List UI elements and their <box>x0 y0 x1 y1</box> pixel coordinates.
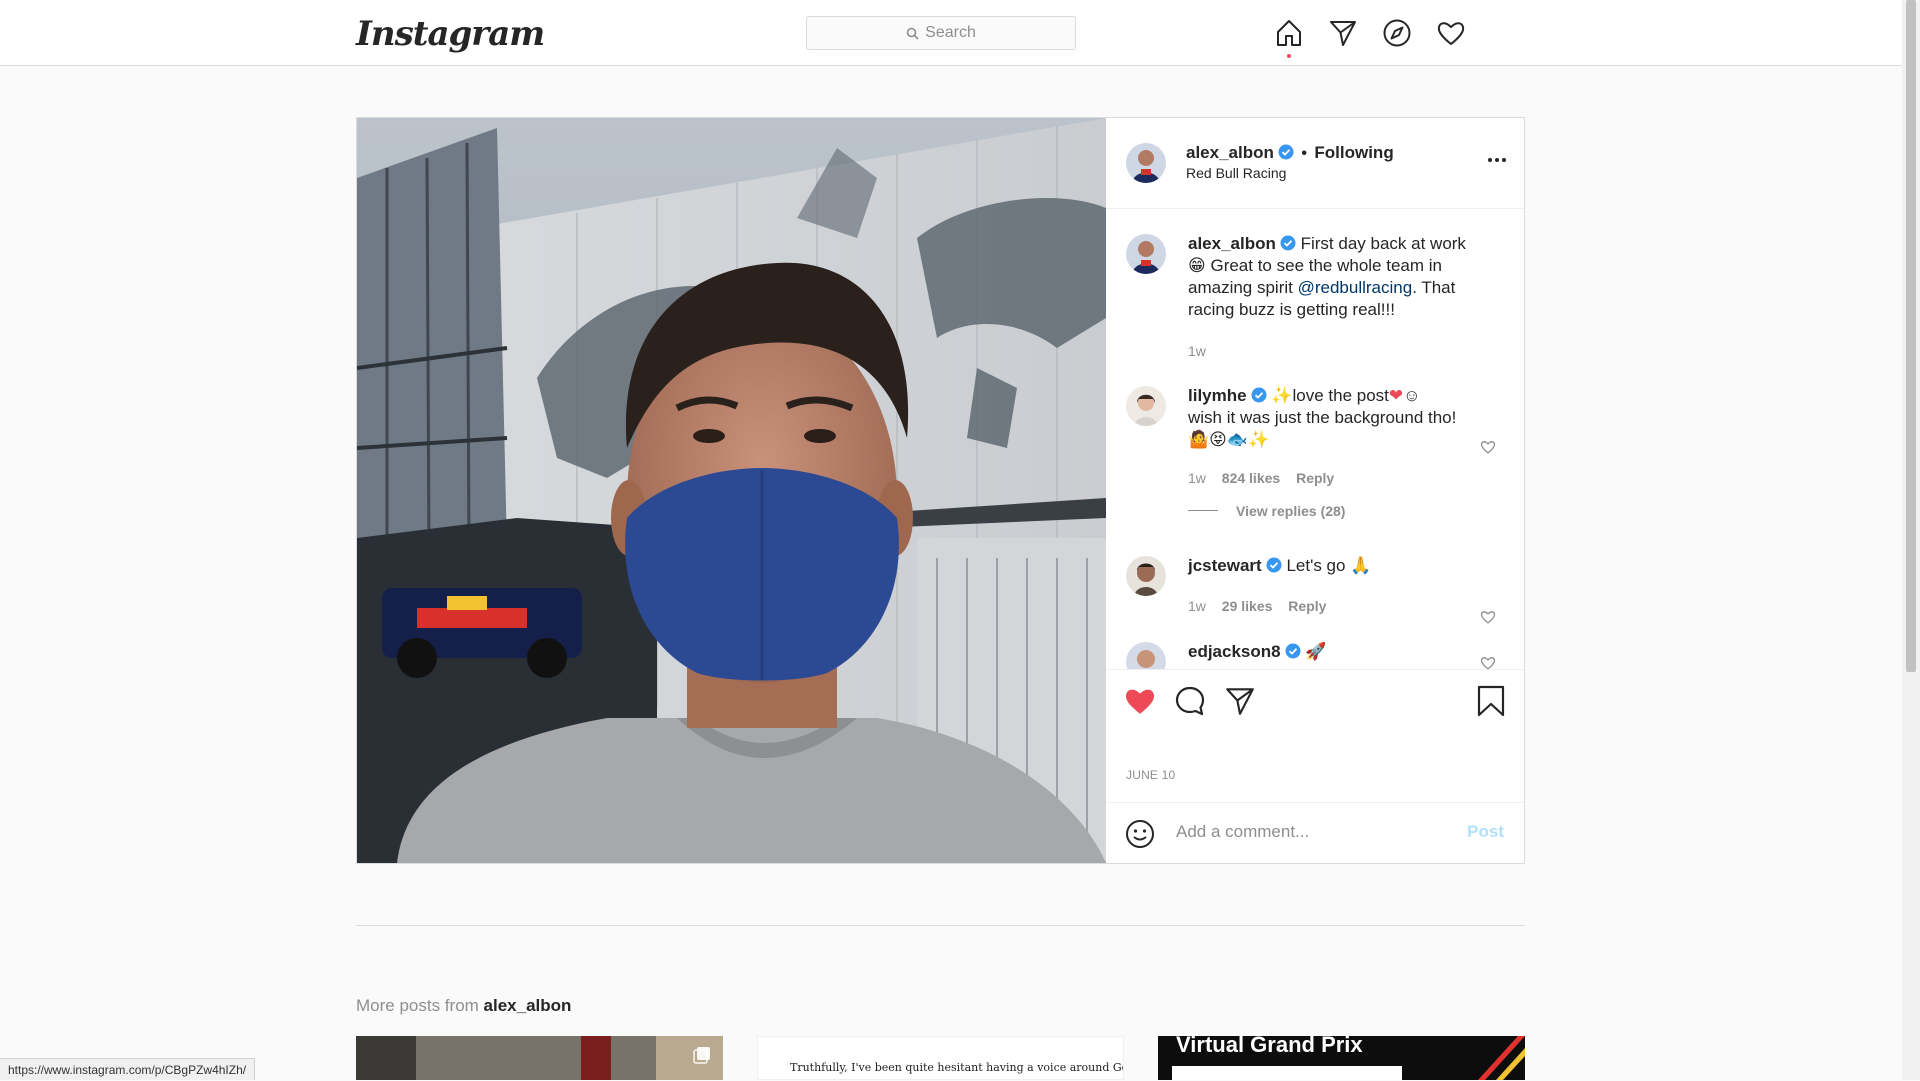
verified-badge-icon <box>1280 235 1296 251</box>
header-separator: • <box>1301 145 1307 162</box>
post-side-panel: alex_albon • Following Red Bull Racing a… <box>1106 118 1524 863</box>
avatar[interactable] <box>1126 386 1166 426</box>
search-icon <box>906 27 919 40</box>
comment-like-icon[interactable] <box>1480 655 1496 669</box>
vertical-scrollbar[interactable] <box>1902 0 1920 1080</box>
reply-button[interactable]: Reply <box>1288 598 1326 614</box>
avatar[interactable] <box>1126 143 1166 183</box>
view-replies-button[interactable]: View replies (28) <box>1236 503 1345 519</box>
save-bookmark-icon[interactable] <box>1476 684 1506 723</box>
comment-time[interactable]: 1w <box>1188 470 1206 486</box>
comments-list: alex_albon First day back at work 😁 Grea… <box>1106 209 1524 669</box>
verified-badge-icon <box>1251 387 1267 403</box>
home-active-dot <box>1287 54 1291 58</box>
caption-text: First day back at work <box>1300 234 1466 253</box>
more-posts-heading: More posts from alex_albon <box>356 996 571 1016</box>
explore-icon[interactable] <box>1382 18 1412 48</box>
reply-button[interactable]: Reply <box>1296 470 1334 486</box>
verified-badge-icon <box>1266 557 1282 573</box>
mention-link[interactable]: @redbullracing <box>1298 278 1413 297</box>
comment-meta: 1w 29 likes Reply <box>1188 598 1326 614</box>
comment-likes[interactable]: 824 likes <box>1222 470 1280 486</box>
replies-divider <box>1188 510 1218 511</box>
post-comment-button[interactable]: Post <box>1467 822 1504 842</box>
comment: lilymhe ✨love the post❤☺ wish it was jus… <box>1188 385 1458 451</box>
verified-badge-icon <box>1278 144 1294 160</box>
post-header: alex_albon • Following Red Bull Racing <box>1106 118 1524 209</box>
search-placeholder: Search <box>925 24 976 41</box>
rocket-emoji-icon: 🚀 <box>1305 642 1327 661</box>
emoji-group-icon: 🤷😝🐟✨ <box>1188 430 1270 449</box>
like-icon[interactable] <box>1124 685 1156 722</box>
verified-badge-icon <box>1285 643 1301 659</box>
comment-icon[interactable] <box>1174 685 1206 722</box>
comment-time[interactable]: 1w <box>1188 598 1206 614</box>
comment: jcstewart Let's go 🙏 <box>1188 555 1458 577</box>
avatar[interactable] <box>1126 556 1166 596</box>
following-button[interactable]: Following <box>1314 143 1393 162</box>
share-icon[interactable] <box>1224 685 1256 722</box>
thumbnail-text: Virtual Grand Prix <box>1176 1036 1363 1057</box>
comment-like-icon[interactable] <box>1480 439 1496 460</box>
search-input[interactable]: Search <box>806 16 1076 50</box>
comment-text: love the post <box>1292 386 1389 405</box>
caption-time[interactable]: 1w <box>1188 343 1206 359</box>
instagram-logo[interactable]: Instagram <box>356 14 545 54</box>
post-photo[interactable] <box>357 118 1106 863</box>
more-post-thumbnail[interactable]: Truthfully, I've been quite hesitant hav… <box>757 1036 1124 1080</box>
more-post-thumbnail[interactable]: Virtual Grand Prix <box>1158 1036 1525 1080</box>
avatar[interactable] <box>1126 234 1166 274</box>
pray-emoji-icon: 🙏 <box>1350 556 1372 575</box>
caption-username[interactable]: alex_albon <box>1188 234 1276 253</box>
more-posts-prefix: More posts from <box>356 996 479 1015</box>
comment-username[interactable]: edjackson8 <box>1188 642 1281 661</box>
more-options-icon[interactable] <box>1488 158 1506 162</box>
direct-icon[interactable] <box>1328 18 1358 48</box>
more-posts-username[interactable]: alex_albon <box>484 996 572 1015</box>
post-date[interactable]: JUNE 10 <box>1126 768 1175 782</box>
top-nav: Instagram Search <box>0 0 1902 66</box>
comment-username[interactable]: lilymhe <box>1188 386 1247 405</box>
browser-status-bar: https://www.instagram.com/p/CBgPZw4hIZh/ <box>0 1058 256 1080</box>
multi-photo-icon <box>693 1046 711 1069</box>
post-actions <box>1106 669 1524 740</box>
sparkles-emoji-icon: ✨ <box>1271 386 1293 405</box>
thumbnail-text: Truthfully, I've been quite hesitant hav… <box>790 1061 1124 1074</box>
post-caption: alex_albon First day back at work 😁 Grea… <box>1188 233 1488 321</box>
smile-emoji-icon: ☺ <box>1403 386 1421 405</box>
activity-heart-icon[interactable] <box>1436 18 1466 48</box>
red-heart-emoji-icon: ❤ <box>1388 386 1404 405</box>
comment-like-icon[interactable] <box>1480 609 1496 630</box>
comment: edjackson8 🚀 <box>1188 641 1458 663</box>
comment-meta: 1w 824 likes Reply <box>1188 470 1334 486</box>
avatar[interactable] <box>1126 642 1166 669</box>
more-post-thumbnail[interactable] <box>356 1036 723 1080</box>
comment-text: wish it was just the background tho! <box>1188 408 1457 427</box>
home-icon[interactable] <box>1274 18 1304 58</box>
scrollbar-thumb[interactable] <box>1906 0 1916 672</box>
comment-likes[interactable]: 29 likes <box>1222 598 1273 614</box>
post-card: alex_albon • Following Red Bull Racing a… <box>356 117 1525 864</box>
grin-emoji-icon: 😁 <box>1188 256 1206 275</box>
comment-text: Let's go <box>1286 556 1346 575</box>
section-divider <box>356 925 1525 926</box>
comment-username[interactable]: jcstewart <box>1188 556 1262 575</box>
add-comment-bar: Add a comment... Post <box>1106 802 1524 864</box>
post-location[interactable]: Red Bull Racing <box>1186 165 1286 181</box>
add-comment-input[interactable]: Add a comment... <box>1176 822 1309 842</box>
thumbnail-banner <box>1172 1066 1402 1080</box>
emoji-picker-icon[interactable] <box>1125 819 1155 854</box>
post-author-username[interactable]: alex_albon <box>1186 143 1274 162</box>
nav-icons <box>1274 18 1466 58</box>
